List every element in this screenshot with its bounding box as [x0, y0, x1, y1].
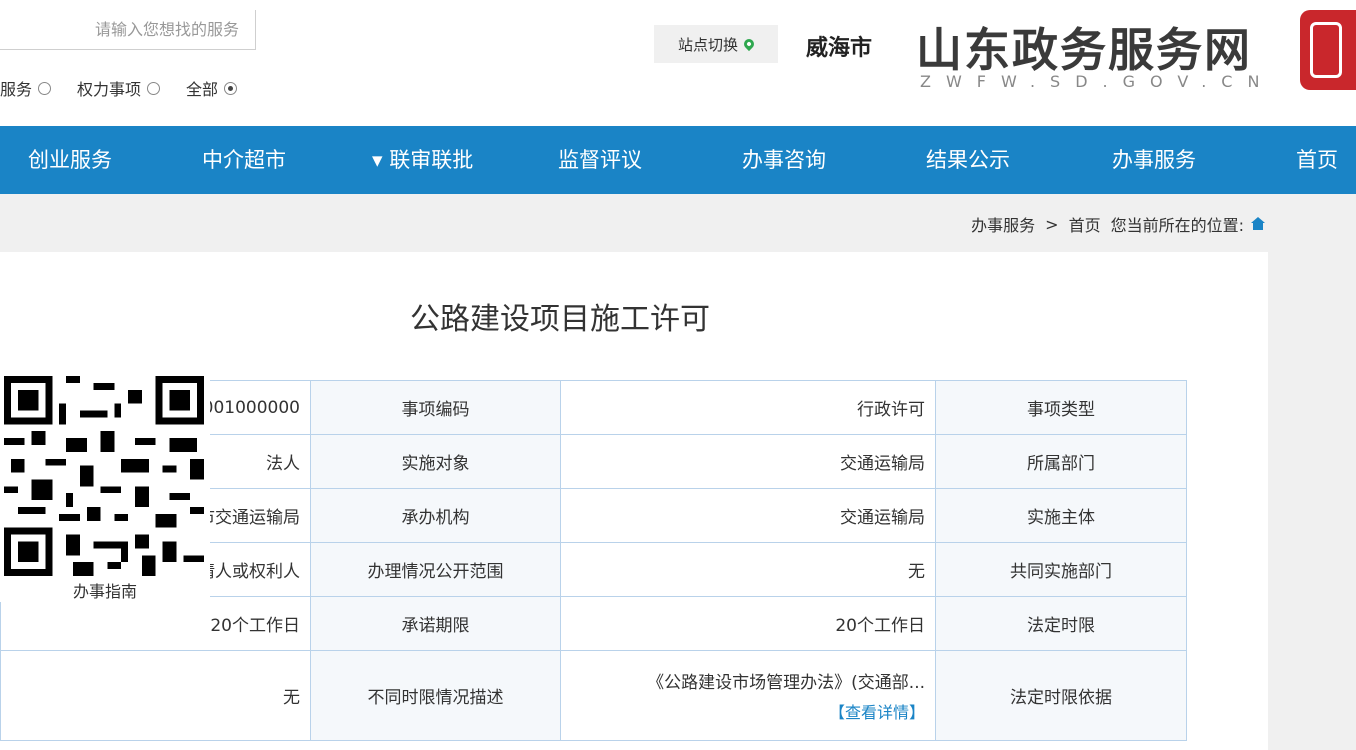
breadcrumb: 办事服务 > 首页 您当前所在的位置:	[971, 212, 1266, 236]
guide-qr-label: 办事指南	[72, 582, 137, 601]
implementing-body-value: 交通运输局	[560, 488, 936, 543]
item-code-label: 事项编码	[310, 380, 561, 435]
legal-basis-cell: 《公路建设市场管理办法》(交通部... 【查看详情】	[560, 650, 936, 741]
joint-department-value: 无	[560, 542, 936, 597]
view-details-link[interactable]: 【查看详情】	[561, 699, 925, 723]
target-object-label: 实施对象	[310, 434, 561, 489]
joint-department-label: 共同实施部门	[935, 542, 1187, 597]
location-pin-icon	[741, 36, 757, 52]
page-title: 公路建设项目施工许可	[410, 302, 710, 337]
nav-result-publicity[interactable]: 结果公示	[926, 126, 1010, 194]
legal-basis-label: 法定时限依据	[935, 650, 1187, 741]
filter-power-items-label: 权力事项	[77, 80, 142, 99]
breadcrumb-separator: >	[1045, 214, 1059, 234]
legal-basis-value: 《公路建设市场管理办法》(交通部...	[647, 673, 925, 693]
nav-consult[interactable]: 办事咨询	[742, 126, 826, 194]
promised-limit-label: 承诺期限	[310, 596, 561, 651]
site-logo-title[interactable]: 山东政务服务网	[916, 14, 1252, 80]
site-logo-domain: ZWFW.SD.GOV.CN	[920, 72, 1275, 91]
item-type-label: 事项类型	[935, 380, 1187, 435]
breadcrumb-prefix: 您当前所在的位置:	[1110, 216, 1244, 235]
item-type-value: 行政许可	[560, 380, 936, 435]
nav-joint-approval-label: 联审联批	[389, 148, 474, 172]
breadcrumb-home-link[interactable]: 首页	[1069, 212, 1101, 236]
legal-limit-label: 法定时限	[935, 596, 1187, 651]
limit-description-value: 无	[0, 650, 311, 741]
guide-qr-panel: 办事指南	[0, 370, 210, 602]
filter-service[interactable]: 服务	[0, 76, 52, 100]
site-header: 服务 权力事项 全部 站点切换 威海市 山东政务服务网 ZWFW.SD.GOV.…	[0, 10, 1356, 126]
filter-service-label: 服务	[0, 80, 33, 99]
nav-startup-service[interactable]: 创业服务	[28, 126, 112, 194]
main-navigation: 首页 办事服务 结果公示 办事咨询 监督评议 ▾ 联审联批 中介超市 创业服务	[0, 126, 1356, 194]
site-switch-button[interactable]: 站点切换	[654, 25, 778, 63]
department-label: 所属部门	[935, 434, 1187, 489]
china-seal-logo-icon	[1300, 10, 1356, 90]
handling-agency-label: 承办机构	[310, 488, 561, 543]
home-icon	[1250, 217, 1266, 231]
search-filter-group: 服务 权力事项 全部	[0, 76, 263, 100]
search-input[interactable]	[0, 10, 256, 50]
promised-limit-value: 20个工作日	[0, 596, 311, 651]
disclosure-scope-label: 办理情况公开范围	[310, 542, 561, 597]
nav-joint-approval[interactable]: ▾ 联审联批	[372, 126, 473, 194]
filter-all-label: 全部	[186, 80, 219, 99]
nav-service[interactable]: 办事服务	[1112, 126, 1196, 194]
current-city: 威海市	[806, 36, 873, 61]
filter-service-radio[interactable]	[38, 81, 52, 95]
nav-supervise[interactable]: 监督评议	[558, 126, 642, 194]
filter-all[interactable]: 全部	[186, 76, 238, 100]
table-row: 无 不同时限情况描述 《公路建设市场管理办法》(交通部... 【查看详情】 法定…	[0, 650, 1187, 741]
implementing-body-label: 实施主体	[935, 488, 1187, 543]
site-switch-label: 站点切换	[677, 35, 738, 54]
limit-description-label: 不同时限情况描述	[310, 650, 561, 741]
nav-home[interactable]: 首页	[1296, 126, 1338, 194]
department-value: 交通运输局	[560, 434, 936, 489]
filter-all-radio[interactable]	[224, 81, 238, 95]
nav-agency-market[interactable]: 中介超市	[202, 126, 286, 194]
breadcrumb-current: 办事服务	[971, 216, 1036, 235]
filter-power-items-radio[interactable]	[147, 81, 161, 95]
qr-code-icon[interactable]	[4, 376, 204, 576]
legal-limit-value: 20个工作日	[560, 596, 936, 651]
filter-power-items[interactable]: 权力事项	[77, 76, 161, 100]
table-row: 20个工作日 承诺期限 20个工作日 法定时限	[0, 596, 1187, 651]
chevron-down-icon: ▾	[372, 148, 383, 172]
